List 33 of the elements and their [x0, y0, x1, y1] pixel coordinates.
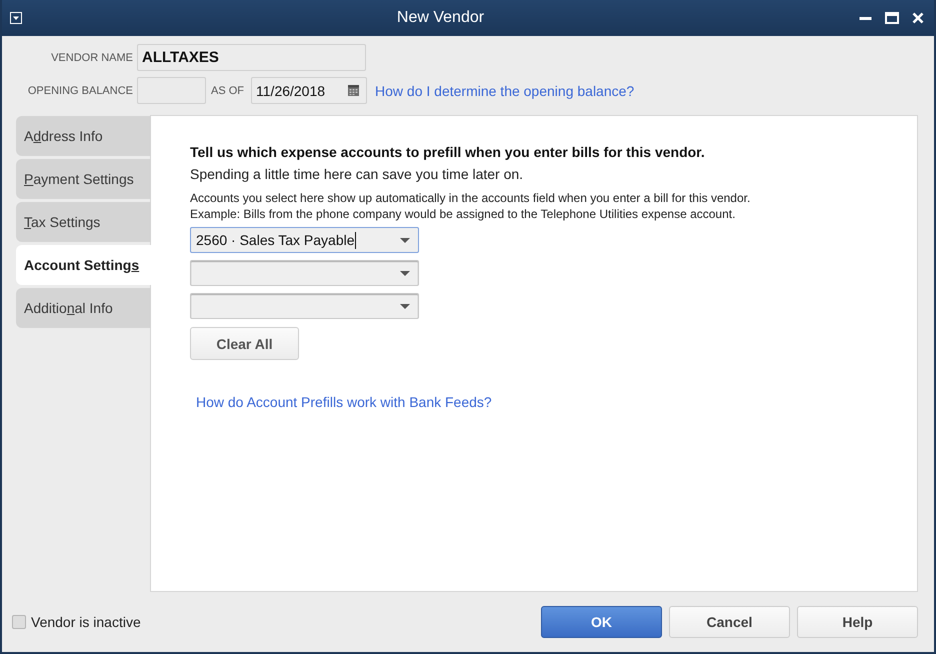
calendar-icon[interactable] — [348, 85, 360, 96]
dialog-button[interactable]: OK — [541, 606, 662, 638]
caret-down-icon — [400, 238, 410, 242]
close-icon[interactable] — [912, 12, 924, 24]
sidebar-tab[interactable]: Account Settings — [16, 245, 151, 285]
clear-all-button[interactable]: Clear All — [190, 327, 299, 360]
window-title: New Vendor — [396, 9, 486, 27]
opening-balance-help-link[interactable]: How do I determine the opening balance? — [375, 82, 634, 98]
dialog-button[interactable]: Cancel — [669, 606, 790, 638]
section-subheading: Spending a little time here can save you time later on. — [190, 166, 524, 182]
section-heading: Tell us which expense accounts to prefill when you enter bills for this vendor. — [190, 144, 705, 160]
bank-feeds-help-link[interactable]: How do Account Prefills work with Bank Feeds? — [196, 394, 492, 410]
description-text: Example: Bills from the phone company would be assigned to the Telephone Utilities expense account. — [190, 206, 736, 222]
date-field[interactable]: 11/26/2018 — [251, 77, 368, 104]
dialog-button[interactable]: Help — [797, 606, 918, 638]
sidebar-tab[interactable]: Additional Info — [16, 288, 151, 328]
maximize-icon[interactable] — [885, 12, 899, 24]
checkbox[interactable] — [12, 615, 26, 629]
window-menu-icon[interactable] — [10, 12, 22, 24]
caret-down-icon — [400, 304, 410, 308]
description-text: Accounts you select here show up automatically in the accounts field when you enter a bill for this vendor. — [190, 190, 750, 206]
vendor-name-label: VENDOR NAME — [50, 52, 133, 64]
opening-balance-field[interactable] — [137, 77, 206, 104]
sidebar-tab[interactable]: Payment Settings — [16, 159, 151, 199]
account-dropdown[interactable]: 2560 · Sales Tax Payable — [190, 227, 419, 253]
caret-down-icon — [400, 270, 410, 276]
sidebar-tab[interactable]: Address Info — [16, 116, 151, 156]
opening-balance-label: OPENING BALANCE — [26, 84, 133, 96]
minimize-icon[interactable] — [859, 16, 872, 20]
inactive-label: Vendor is inactive — [31, 614, 141, 630]
sidebar-tab[interactable]: Tax Settings — [16, 202, 151, 242]
as-of-label: AS OF — [211, 84, 244, 96]
vendor-name-field[interactable]: ALLTAXES — [137, 44, 366, 71]
